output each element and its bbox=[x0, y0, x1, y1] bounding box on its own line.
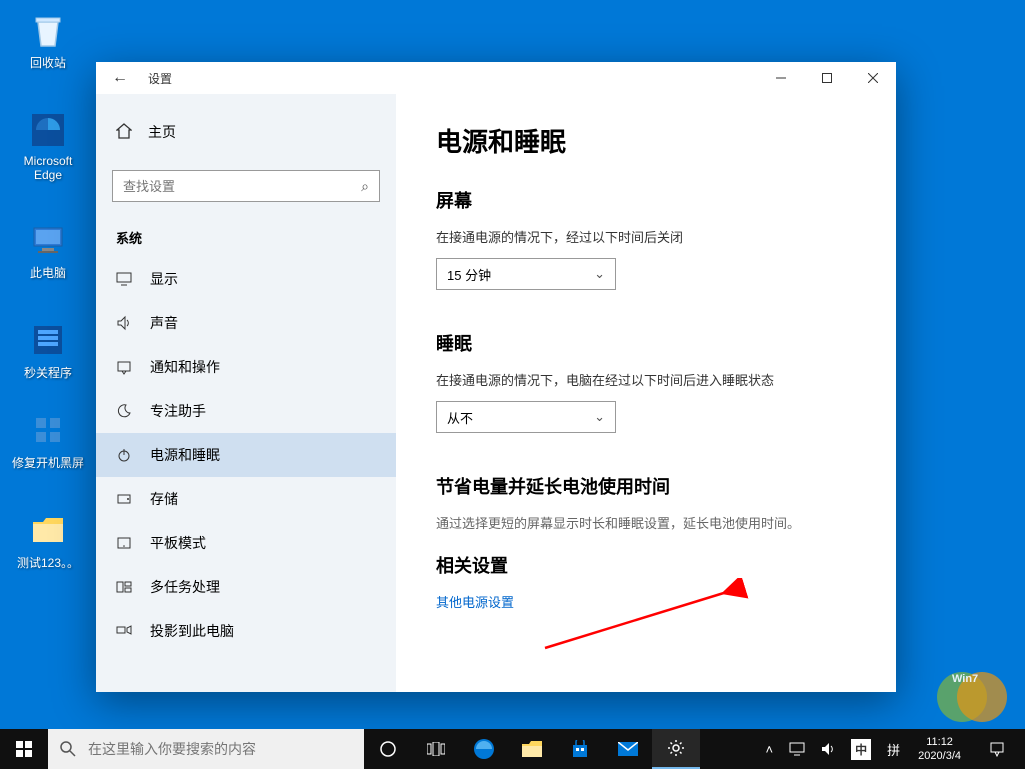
nav-list: 显示 声音 通知和操作 专注助手 电源和睡眠 存储 平板模式 多任务处理 投影到… bbox=[96, 257, 396, 692]
computer-icon bbox=[28, 220, 68, 260]
sound-icon bbox=[116, 315, 132, 331]
recycle-bin-icon bbox=[28, 10, 68, 50]
home-icon bbox=[116, 123, 132, 142]
task-view-button[interactable] bbox=[412, 729, 460, 769]
taskbar-edge[interactable] bbox=[460, 729, 508, 769]
tray-network[interactable] bbox=[783, 729, 811, 769]
related-heading: 相关设置 bbox=[436, 552, 856, 578]
tray-ime2[interactable]: 拼 bbox=[881, 729, 906, 769]
home-label: 主页 bbox=[148, 122, 176, 142]
home-button[interactable]: 主页 bbox=[96, 114, 396, 150]
system-tray: ˄ 中 拼 11:12 2020/3/4 bbox=[760, 729, 1025, 769]
desktop-icon-fix-boot[interactable]: 修复开机黑屏 bbox=[10, 410, 86, 471]
page-heading: 电源和睡眠 bbox=[436, 122, 856, 159]
nav-item-sound[interactable]: 声音 bbox=[96, 301, 396, 345]
taskbar-store[interactable] bbox=[556, 729, 604, 769]
nav-label: 声音 bbox=[150, 313, 178, 333]
chevron-down-icon: ⌄ bbox=[594, 409, 605, 425]
screen-heading: 屏幕 bbox=[436, 187, 856, 213]
titlebar: ← 设置 bbox=[96, 62, 896, 94]
select-value: 15 分钟 bbox=[447, 265, 491, 284]
clock-time: 11:12 bbox=[926, 735, 953, 749]
search-input[interactable] bbox=[123, 179, 361, 194]
taskbar-settings[interactable] bbox=[652, 729, 700, 769]
moon-icon bbox=[116, 403, 132, 419]
settings-window: ← 设置 主页 ⌕ 系统 显示 声音 通知和操作 专注助手 电源 bbox=[96, 62, 896, 692]
nav-label: 存储 bbox=[150, 489, 178, 509]
nav-item-focus[interactable]: 专注助手 bbox=[96, 389, 396, 433]
tray-chevron[interactable]: ˄ bbox=[760, 729, 780, 769]
tray-volume[interactable] bbox=[815, 729, 841, 769]
chevron-down-icon: ⌄ bbox=[594, 266, 605, 282]
window-title: 设置 bbox=[148, 70, 172, 87]
desktop-icon-this-pc[interactable]: 此电脑 bbox=[10, 220, 86, 281]
tablet-icon bbox=[116, 535, 132, 551]
nav-label: 投影到此电脑 bbox=[150, 621, 234, 641]
nav-item-multitask[interactable]: 多任务处理 bbox=[96, 565, 396, 609]
nav-label: 平板模式 bbox=[150, 533, 206, 553]
back-button[interactable]: ← bbox=[112, 69, 128, 87]
nav-item-notifications[interactable]: 通知和操作 bbox=[96, 345, 396, 389]
app-icon bbox=[28, 320, 68, 360]
minimize-button[interactable] bbox=[758, 62, 804, 94]
save-heading: 节省电量并延长电池使用时间 bbox=[436, 473, 856, 499]
desktop-icon-folder[interactable]: 测试123。。 bbox=[10, 510, 86, 571]
nav-label: 电源和睡眠 bbox=[150, 445, 220, 465]
nav-item-power[interactable]: 电源和睡眠 bbox=[96, 433, 396, 477]
close-button[interactable] bbox=[850, 62, 896, 94]
save-desc: 通过选择更短的屏幕显示时长和睡眠设置，延长电池使用时间。 bbox=[436, 513, 856, 532]
folder-icon bbox=[28, 510, 68, 550]
desktop-icon-label: 测试123。。 bbox=[17, 554, 79, 571]
screen-desc: 在接通电源的情况下，经过以下时间后关闭 bbox=[436, 227, 856, 246]
desktop-icon-label: 此电脑 bbox=[30, 264, 66, 281]
nav-label: 专注助手 bbox=[150, 401, 206, 421]
related-link[interactable]: 其他电源设置 bbox=[436, 592, 856, 611]
nav-label: 通知和操作 bbox=[150, 357, 220, 377]
nav-item-display[interactable]: 显示 bbox=[96, 257, 396, 301]
nav-item-tablet[interactable]: 平板模式 bbox=[96, 521, 396, 565]
notification-center-button[interactable] bbox=[973, 729, 1021, 769]
desktop-icon-label: Microsoft Edge bbox=[10, 154, 86, 182]
cortana-button[interactable] bbox=[364, 729, 412, 769]
maximize-button[interactable] bbox=[804, 62, 850, 94]
nav-label: 多任务处理 bbox=[150, 577, 220, 597]
screen-timeout-select[interactable]: 15 分钟 ⌄ bbox=[436, 258, 616, 290]
taskbar-search-input[interactable] bbox=[88, 741, 352, 757]
project-icon bbox=[116, 623, 132, 639]
multitask-icon bbox=[116, 579, 132, 595]
storage-icon bbox=[116, 491, 132, 507]
desktop-icon-edge[interactable]: Microsoft Edge bbox=[10, 110, 86, 182]
sidebar: 主页 ⌕ 系统 显示 声音 通知和操作 专注助手 电源和睡眠 存储 平板模式 多… bbox=[96, 94, 396, 692]
desktop-icon-quick-close[interactable]: 秒关程序 bbox=[10, 320, 86, 381]
desktop-icon-label: 秒关程序 bbox=[24, 364, 72, 381]
sleep-timeout-select[interactable]: 从不 ⌄ bbox=[436, 401, 616, 433]
tray-clock[interactable]: 11:12 2020/3/4 bbox=[910, 735, 969, 763]
nav-item-storage[interactable]: 存储 bbox=[96, 477, 396, 521]
sleep-desc: 在接通电源的情况下，电脑在经过以下时间后进入睡眠状态 bbox=[436, 370, 856, 389]
desktop-icon-label: 回收站 bbox=[30, 54, 66, 71]
desktop-icon-label: 修复开机黑屏 bbox=[12, 454, 84, 471]
start-button[interactable] bbox=[0, 729, 48, 769]
content: 电源和睡眠 屏幕 在接通电源的情况下，经过以下时间后关闭 15 分钟 ⌄ 睡眠 … bbox=[396, 94, 896, 692]
taskbar-mail[interactable] bbox=[604, 729, 652, 769]
taskbar: ˄ 中 拼 11:12 2020/3/4 bbox=[0, 729, 1025, 769]
sleep-heading: 睡眠 bbox=[436, 330, 856, 356]
nav-label: 显示 bbox=[150, 269, 178, 289]
notification-icon bbox=[116, 359, 132, 375]
clock-date: 2020/3/4 bbox=[918, 749, 961, 763]
tray-ime[interactable]: 中 bbox=[845, 729, 877, 769]
search-icon bbox=[60, 741, 76, 757]
search-icon: ⌕ bbox=[361, 178, 369, 195]
search-box[interactable]: ⌕ bbox=[112, 170, 380, 202]
taskbar-explorer[interactable] bbox=[508, 729, 556, 769]
desktop-icon-recycle-bin[interactable]: 回收站 bbox=[10, 10, 86, 71]
nav-item-project[interactable]: 投影到此电脑 bbox=[96, 609, 396, 653]
display-icon bbox=[116, 271, 132, 287]
taskbar-search[interactable] bbox=[48, 729, 364, 769]
power-icon bbox=[116, 447, 132, 463]
category-label: 系统 bbox=[96, 214, 396, 257]
gear-cube-icon bbox=[28, 410, 68, 450]
edge-icon bbox=[28, 110, 68, 150]
select-value: 从不 bbox=[447, 408, 473, 427]
